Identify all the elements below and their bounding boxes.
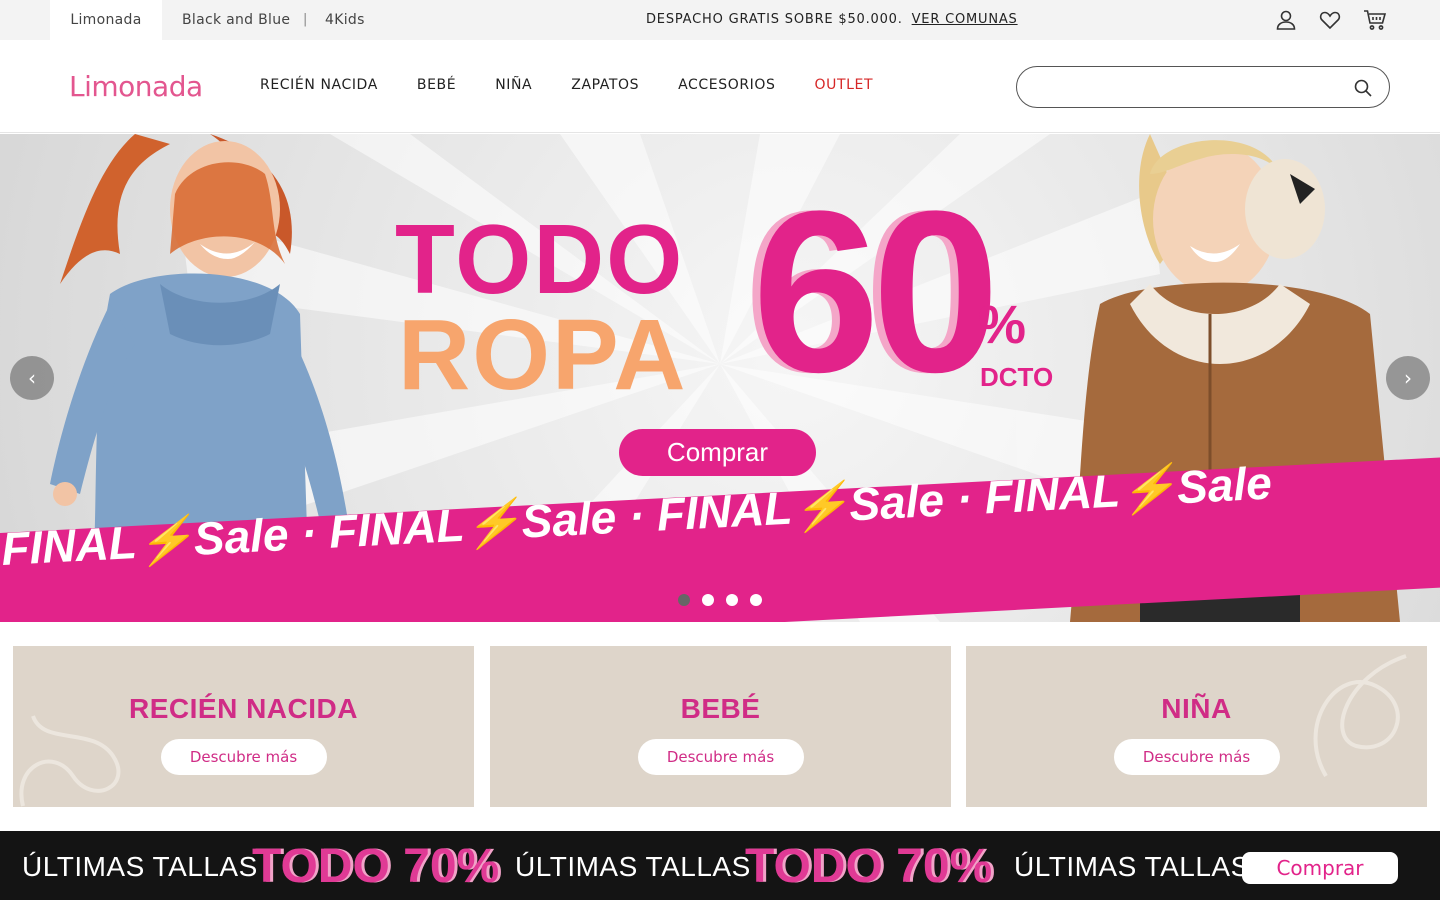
carousel-dot-3[interactable] xyxy=(726,594,738,606)
category-card-nina[interactable]: NIÑA Descubre más xyxy=(966,646,1427,807)
hero-discount-number: 60 xyxy=(752,163,1000,420)
account-icons xyxy=(1275,9,1387,31)
promo-text: DESPACHO GRATIS SOBRE $50.000. xyxy=(646,12,903,27)
shipping-promo: DESPACHO GRATIS SOBRE $50.000. VER COMUN… xyxy=(646,12,1018,27)
nav-zapatos[interactable]: ZAPATOS xyxy=(571,77,639,93)
hero-comprar-button[interactable]: Comprar xyxy=(619,429,816,476)
ver-comunas-link[interactable]: VER COMUNAS xyxy=(912,12,1018,27)
category-title: RECIÉN NACIDA xyxy=(129,693,358,724)
search-input[interactable] xyxy=(1035,77,1335,97)
descubre-mas-button[interactable]: Descubre más xyxy=(637,739,804,775)
carousel-dot-4[interactable] xyxy=(750,594,762,606)
search-icon[interactable] xyxy=(1353,78,1373,98)
nav-accesorios[interactable]: ACCESORIOS xyxy=(678,77,775,93)
limonada-logo[interactable]: Limonada xyxy=(69,70,203,103)
brand-separator: | xyxy=(303,12,308,27)
carousel-next-arrow[interactable]: › xyxy=(1386,356,1430,400)
main-nav: RECIÉN NACIDA BEBÉ NIÑA ZAPATOS ACCESORI… xyxy=(260,77,873,93)
ultimas-tallas-text: ÚLTIMAS TALLAS xyxy=(22,851,258,882)
hero-dcto-label: DCTO xyxy=(980,362,1054,392)
category-title: NIÑA xyxy=(1161,693,1232,724)
todo-70-text: TODO 70% xyxy=(252,840,500,893)
carousel-prev-arrow[interactable]: ‹ xyxy=(10,356,54,400)
hero-percent-sign: % xyxy=(978,295,1027,355)
brand-tab-limonada[interactable]: Limonada xyxy=(50,0,162,40)
brand-tab-4kids[interactable]: 4Kids xyxy=(325,0,365,40)
carousel-dot-2[interactable] xyxy=(702,594,714,606)
main-header: Limonada RECIÉN NACIDA BEBÉ NIÑA ZAPATOS… xyxy=(0,40,1440,133)
descubre-mas-button[interactable]: Descubre más xyxy=(160,739,327,775)
nav-nina[interactable]: NIÑA xyxy=(495,77,532,93)
ultimas-tallas-text: ÚLTIMAS TALLAS xyxy=(515,851,751,882)
cart-icon[interactable] xyxy=(1363,9,1387,31)
category-card-recien-nacida[interactable]: RECIÉN NACIDA Descubre más xyxy=(13,646,474,807)
user-icon[interactable] xyxy=(1275,9,1297,31)
hero-line-ropa: ROPA xyxy=(398,299,688,411)
nav-bebe[interactable]: BEBÉ xyxy=(417,77,456,93)
brand-tab-black-and-blue[interactable]: Black and Blue xyxy=(182,0,290,40)
ultimas-tallas-text: ÚLTIMAS TALLAS xyxy=(1014,851,1250,882)
carousel-dots xyxy=(678,594,762,606)
top-bar: Limonada Black and Blue | 4Kids DESPACHO… xyxy=(0,0,1440,40)
category-card-bebe[interactable]: BEBÉ Descubre más xyxy=(490,646,951,807)
heart-icon[interactable] xyxy=(1319,9,1341,31)
hero-carousel: TODO ROPA 60 % DCTO Comprar FINAL⚡Sale ·… xyxy=(0,134,1440,622)
search-box xyxy=(1016,66,1390,108)
todo-70-text: TODO 70% xyxy=(745,840,993,893)
chevron-right-icon: › xyxy=(1404,366,1412,390)
nav-outlet[interactable]: OUTLET xyxy=(815,77,874,93)
descubre-mas-button[interactable]: Descubre más xyxy=(1113,739,1280,775)
ultimas-tallas-banner: ÚLTIMAS TALLAS TODO 70% ÚLTIMAS TALLAS T… xyxy=(0,831,1440,900)
carousel-dot-1[interactable] xyxy=(678,594,690,606)
chevron-left-icon: ‹ xyxy=(28,366,36,390)
category-title: BEBÉ xyxy=(680,693,761,724)
nav-recien-nacida[interactable]: RECIÉN NACIDA xyxy=(260,77,378,93)
hero-line-todo: TODO xyxy=(395,204,685,314)
banner-comprar-button[interactable]: Comprar xyxy=(1242,852,1398,884)
